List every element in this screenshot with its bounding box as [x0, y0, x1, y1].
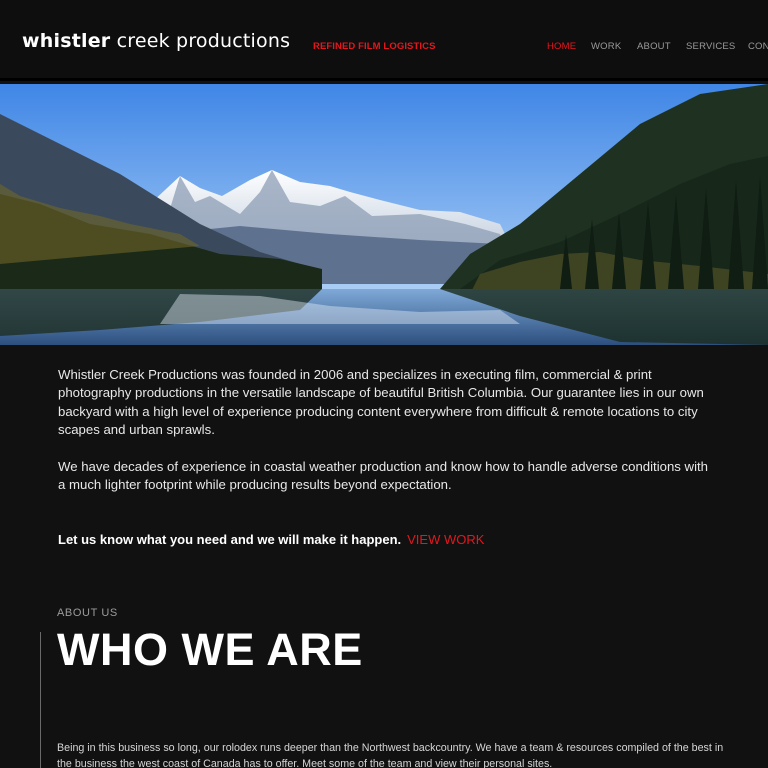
page: whistler creek productions REFINED FILM …	[0, 0, 768, 768]
nav-item-work[interactable]: WORK	[591, 41, 621, 52]
site-header: whistler creek productions REFINED FILM …	[0, 0, 768, 81]
intro-paragraph-1: Whistler Creek Productions was founded i…	[58, 367, 704, 437]
nav-item-services[interactable]: SERVICES	[686, 41, 735, 52]
intro-paragraph-2: We have decades of experience in coastal…	[58, 459, 709, 493]
intro-section: Whistler Creek Productions was founded i…	[58, 366, 708, 495]
nav-item-about[interactable]: ABOUT	[637, 41, 671, 52]
call-to-action: Let us know what you need and we will ma…	[58, 532, 484, 547]
section-divider-line	[40, 632, 41, 768]
about-heading: WHO WE ARE	[57, 624, 363, 675]
view-work-link[interactable]: VIEW WORK	[407, 532, 484, 547]
nav-item-contact[interactable]: CONT	[748, 41, 768, 52]
main-nav: HOME WORK ABOUT SERVICES CONT	[0, 41, 768, 55]
about-text: Being in this business so long, our rolo…	[57, 742, 724, 768]
hero-image	[0, 84, 768, 345]
about-kicker: ABOUT US	[57, 607, 118, 619]
hero-landscape-illustration	[0, 84, 768, 345]
cta-text: Let us know what you need and we will ma…	[58, 532, 402, 547]
nav-item-home[interactable]: HOME	[547, 41, 576, 52]
